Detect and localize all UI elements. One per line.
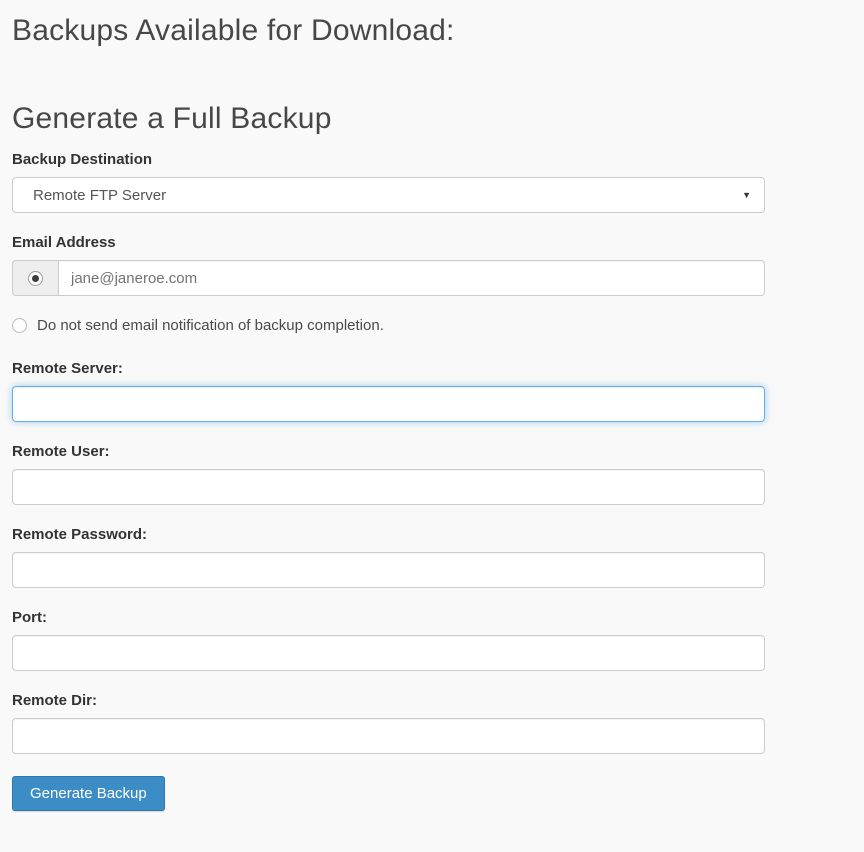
- remote-user-field[interactable]: [12, 469, 765, 505]
- remote-password-field[interactable]: [12, 552, 765, 588]
- email-notification-radio[interactable]: [28, 271, 43, 286]
- section-title: Generate a Full Backup: [12, 102, 765, 137]
- email-input-group: [12, 260, 765, 296]
- chevron-down-icon: ▼: [742, 190, 751, 200]
- remote-dir-label: Remote Dir:: [12, 692, 765, 709]
- backup-destination-select[interactable]: Remote FTP Server ▼: [12, 177, 765, 213]
- remote-password-label: Remote Password:: [12, 526, 765, 543]
- generate-backup-button[interactable]: Generate Backup: [12, 776, 165, 811]
- remote-user-label: Remote User:: [12, 443, 765, 460]
- backup-page: Backups Available for Download: Generate…: [0, 0, 864, 811]
- remote-server-field[interactable]: [12, 386, 765, 422]
- backup-destination-selected-value: Remote FTP Server: [33, 187, 166, 204]
- no-notification-label: Do not send email notification of backup…: [37, 317, 384, 334]
- no-notification-option[interactable]: Do not send email notification of backup…: [12, 317, 765, 334]
- remote-dir-field[interactable]: [12, 718, 765, 754]
- remote-server-label: Remote Server:: [12, 360, 765, 377]
- email-address-label: Email Address: [12, 234, 765, 251]
- email-field[interactable]: [58, 260, 765, 296]
- page-title: Backups Available for Download:: [12, 14, 852, 49]
- port-label: Port:: [12, 609, 765, 626]
- email-radio-addon: [12, 260, 58, 296]
- no-notification-radio[interactable]: [12, 318, 27, 333]
- generate-full-backup-section: Generate a Full Backup Backup Destinatio…: [12, 102, 765, 812]
- port-field[interactable]: [12, 635, 765, 671]
- backup-destination-label: Backup Destination: [12, 151, 765, 168]
